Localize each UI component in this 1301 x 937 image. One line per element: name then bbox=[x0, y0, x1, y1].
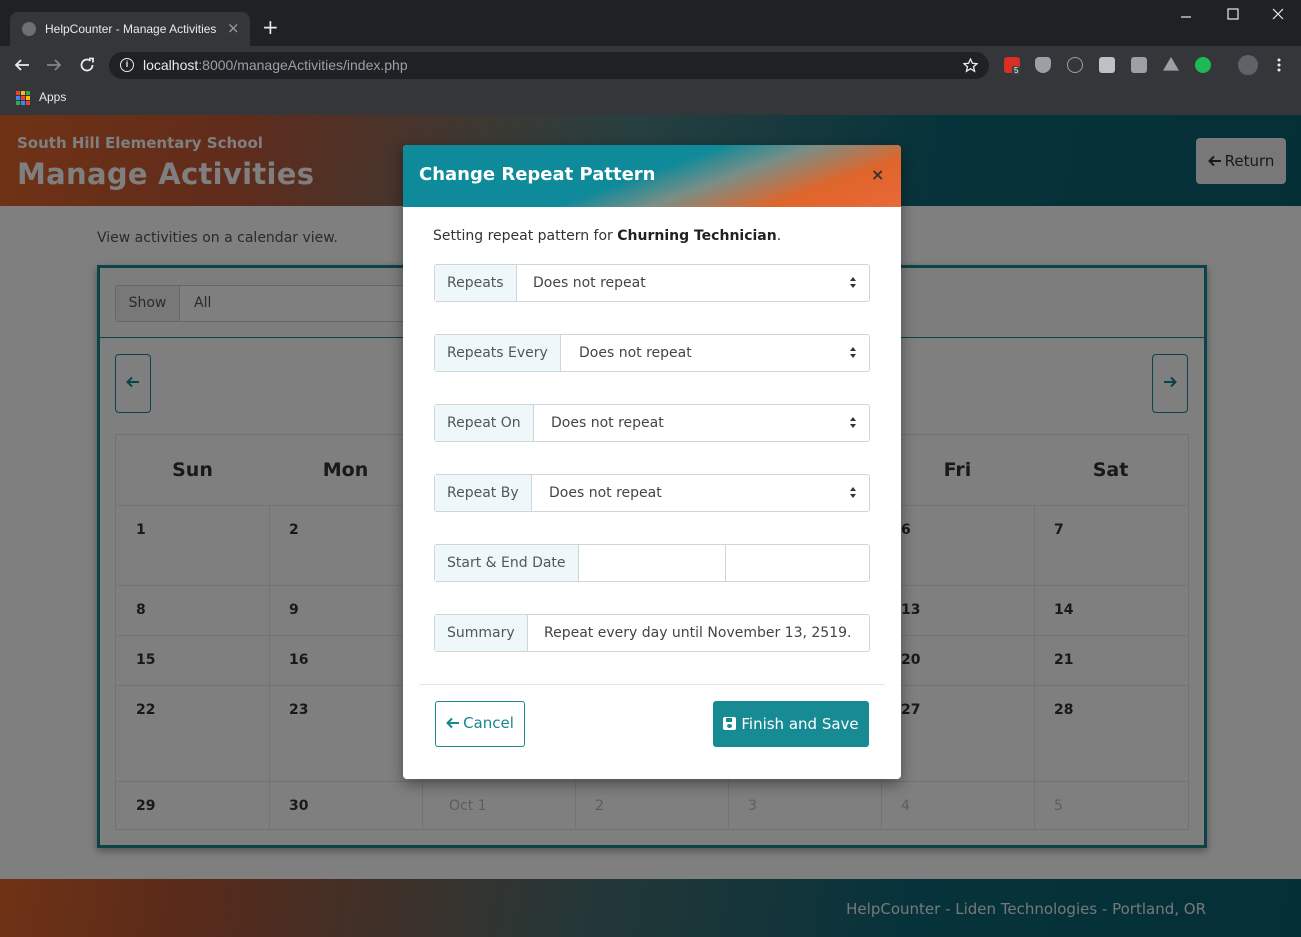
caret-icon bbox=[850, 417, 857, 429]
avatar[interactable] bbox=[1238, 55, 1258, 75]
caret-icon bbox=[850, 487, 857, 499]
forward-icon[interactable] bbox=[46, 57, 62, 73]
extension-lock-icon[interactable]: 5 bbox=[1004, 57, 1021, 75]
summary-label: Summary bbox=[435, 615, 528, 651]
close-icon[interactable]: × bbox=[871, 165, 884, 184]
menu-kebab-icon[interactable] bbox=[1277, 58, 1281, 72]
date-divider bbox=[725, 545, 726, 581]
caret-icon bbox=[850, 347, 857, 359]
modal-title: Change Repeat Pattern bbox=[419, 164, 656, 185]
arrow-left-icon bbox=[446, 717, 460, 729]
maximize-icon[interactable] bbox=[1227, 8, 1239, 20]
tab-title: HelpCounter - Manage Activities bbox=[45, 22, 217, 36]
repeats-every-label: Repeats Every bbox=[435, 335, 561, 371]
date-range-group: Start & End Date bbox=[434, 544, 870, 582]
address-bar[interactable]: i localhost:8000/manageActivities/index.… bbox=[109, 52, 989, 79]
repeats-select[interactable]: Repeats Does not repeat bbox=[434, 264, 870, 302]
browser-chrome: HelpCounter - Manage Activities × + i lo… bbox=[0, 0, 1301, 115]
end-date-input[interactable] bbox=[739, 545, 869, 581]
summary-value: Repeat every day until November 13, 2519… bbox=[544, 625, 852, 641]
repeat-on-label: Repeat On bbox=[435, 405, 534, 441]
caret-icon bbox=[850, 277, 857, 289]
save-label: Finish and Save bbox=[741, 715, 859, 733]
window-close-icon[interactable] bbox=[1272, 8, 1284, 20]
date-label: Start & End Date bbox=[435, 545, 579, 581]
save-icon bbox=[723, 717, 737, 730]
repeat-on-value: Does not repeat bbox=[551, 415, 664, 431]
extension-shield-icon[interactable] bbox=[1035, 57, 1051, 73]
info-icon[interactable]: i bbox=[120, 58, 134, 72]
repeats-every-value: Does not repeat bbox=[579, 345, 692, 361]
bookmarks-bar: Apps bbox=[0, 84, 1301, 115]
extension-sync-icon[interactable] bbox=[1067, 57, 1083, 73]
extension-green-icon[interactable] bbox=[1195, 57, 1211, 73]
tab-close-icon[interactable]: × bbox=[227, 19, 240, 37]
reload-icon[interactable] bbox=[79, 57, 95, 73]
modal-divider bbox=[419, 684, 885, 685]
repeats-value: Does not repeat bbox=[533, 275, 646, 291]
cancel-label: Cancel bbox=[463, 714, 514, 732]
repeat-by-value: Does not repeat bbox=[549, 485, 662, 501]
page: South Hill Elementary School Manage Acti… bbox=[0, 115, 1301, 937]
tab-strip: HelpCounter - Manage Activities × + bbox=[0, 0, 1301, 46]
finish-save-button[interactable]: Finish and Save bbox=[713, 701, 869, 747]
repeats-every-select[interactable]: Repeats Every Does not repeat bbox=[434, 334, 870, 372]
repeat-pattern-modal: Change Repeat Pattern × Setting repeat p… bbox=[403, 145, 901, 779]
repeats-label: Repeats bbox=[435, 265, 517, 301]
cancel-button[interactable]: Cancel bbox=[435, 701, 525, 747]
back-icon[interactable] bbox=[14, 57, 30, 73]
browser-toolbar: i localhost:8000/manageActivities/index.… bbox=[0, 46, 1301, 84]
extension-bag-icon[interactable] bbox=[1131, 57, 1147, 73]
minimize-icon[interactable] bbox=[1180, 12, 1192, 22]
browser-tab[interactable]: HelpCounter - Manage Activities × bbox=[10, 12, 250, 46]
repeat-on-select[interactable]: Repeat On Does not repeat bbox=[434, 404, 870, 442]
modal-header: Change Repeat Pattern × bbox=[403, 145, 901, 207]
extension-drive-icon[interactable] bbox=[1163, 57, 1179, 71]
apps-icon[interactable] bbox=[16, 91, 30, 105]
bookmark-apps[interactable]: Apps bbox=[39, 90, 66, 104]
url-text: localhost:8000/manageActivities/index.ph… bbox=[143, 57, 408, 73]
summary-field: Summary Repeat every day until November … bbox=[434, 614, 870, 652]
extension-k-icon[interactable] bbox=[1099, 57, 1115, 73]
star-icon[interactable] bbox=[963, 58, 978, 73]
repeat-by-select[interactable]: Repeat By Does not repeat bbox=[434, 474, 870, 512]
start-date-input[interactable] bbox=[595, 545, 725, 581]
repeat-by-label: Repeat By bbox=[435, 475, 532, 511]
globe-icon bbox=[22, 22, 36, 36]
activity-name: Churning Technician bbox=[617, 228, 777, 244]
modal-intro: Setting repeat pattern for Churning Tech… bbox=[433, 228, 782, 244]
new-tab-button[interactable]: + bbox=[262, 17, 279, 37]
